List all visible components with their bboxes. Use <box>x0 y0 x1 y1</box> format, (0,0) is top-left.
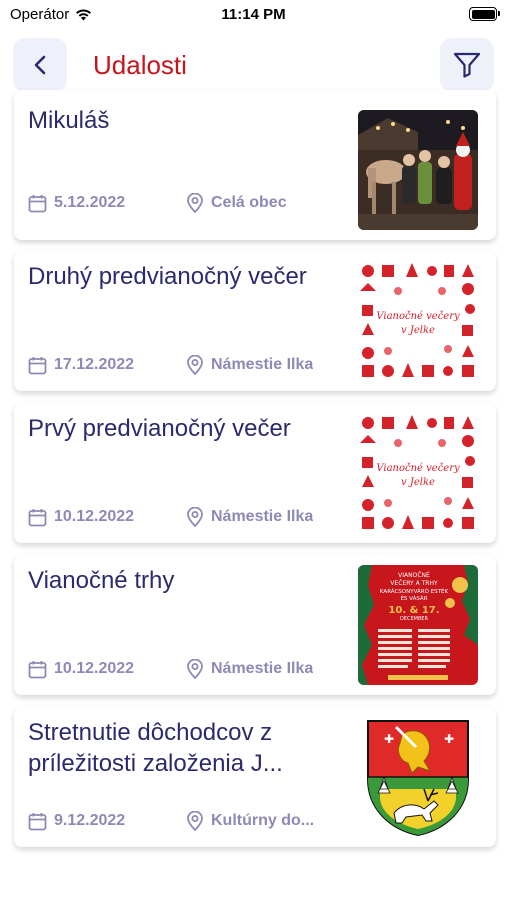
event-place-text: Námestie Ilka <box>211 660 314 677</box>
event-image: ✚ ✚ <box>358 717 478 837</box>
svg-text:✚: ✚ <box>444 732 454 746</box>
event-meta: 10.12.2022 Námestie Ilka <box>28 659 313 679</box>
event-card[interactable]: Prvý predvianočný večer 10.12.2022 Námes… <box>14 403 496 543</box>
event-date-text: 5.12.2022 <box>54 194 126 211</box>
status-bar: Operátor 11:14 PM <box>0 0 507 30</box>
christmas-evenings-poster: Vianočné večery v Jelke <box>358 413 478 533</box>
event-title: Druhý predvianočný večer <box>28 263 307 290</box>
event-image: Vianočné večery v Jelke <box>358 261 478 381</box>
event-meta: 10.12.2022 Námestie Ilka <box>28 507 313 527</box>
event-title: Mikuláš <box>28 107 110 134</box>
location-pin-icon <box>187 507 203 527</box>
poster-line2: v Jelke <box>401 477 435 488</box>
filter-button[interactable] <box>440 38 494 92</box>
christmas-market-poster: VIANOČNÉ VEČERY A TRHY KARÁCSONYVÁRÓ EST… <box>358 565 478 685</box>
event-place: Kultúrny do... <box>186 811 314 831</box>
event-card[interactable]: Vianočné trhy 10.12.2022 Námestie Ilka V… <box>14 555 496 695</box>
event-meta: 17.12.2022 Námestie Ilka <box>28 355 313 375</box>
event-card[interactable]: Stretnutie dôchodcov z príležitosti zalo… <box>14 707 496 847</box>
event-title: Prvý predvianočný večer <box>28 415 291 442</box>
event-image <box>358 110 478 230</box>
event-title: Stretnutie dôchodcov z príležitosti zalo… <box>28 719 283 777</box>
event-place: Námestie Ilka <box>186 355 313 375</box>
event-date-text: 10.12.2022 <box>54 508 135 525</box>
event-meta: 9.12.2022 Kultúrny do... <box>28 811 314 831</box>
event-place-text: Kultúrny do... <box>211 812 315 829</box>
event-place: Námestie Ilka <box>186 659 313 679</box>
calendar-icon <box>28 194 47 212</box>
event-card[interactable]: Druhý predvianočný večer 17.12.2022 Náme… <box>14 251 496 391</box>
event-place: Celá obec <box>186 193 287 213</box>
location-pin-icon <box>187 659 203 679</box>
event-date: 10.12.2022 <box>28 508 186 527</box>
filter-icon <box>453 52 481 78</box>
poster-line1: Vianočné večery <box>376 311 460 322</box>
poster-trhy-line1: VIANOČNÉ <box>398 571 430 579</box>
page-title: Udalosti <box>93 50 187 80</box>
calendar-icon <box>28 508 47 526</box>
calendar-icon <box>28 356 47 374</box>
event-title: Vianočné trhy <box>28 567 175 594</box>
village-coat-of-arms: ✚ ✚ <box>358 717 478 837</box>
event-date: 9.12.2022 <box>28 812 186 831</box>
calendar-icon <box>28 812 47 830</box>
event-date: 17.12.2022 <box>28 356 186 375</box>
poster-trhy-dates: 10. & 17. <box>388 605 439 616</box>
app-header: Udalosti <box>0 38 507 94</box>
event-date: 5.12.2022 <box>28 194 186 213</box>
event-place-text: Námestie Ilka <box>211 508 314 525</box>
poster-trhy-line3: KARÁCSONYVÁRÓ ESTÉK <box>380 587 449 595</box>
location-pin-icon <box>187 811 203 831</box>
event-place: Námestie Ilka <box>186 507 313 527</box>
calendar-icon <box>28 660 47 678</box>
location-pin-icon <box>187 355 203 375</box>
event-image: Vianočné večery v Jelke <box>358 413 478 533</box>
poster-line2: v Jelke <box>401 325 435 336</box>
back-button[interactable] <box>13 38 67 92</box>
christmas-evenings-poster: Vianočné večery v Jelke <box>358 261 478 381</box>
santa-photo <box>358 110 478 230</box>
event-place-text: Celá obec <box>211 194 287 211</box>
poster-trhy-line4: ÉS VÁSÁR <box>400 594 427 602</box>
battery-icon <box>469 7 500 21</box>
poster-trhy-month: DECEMBER <box>400 616 429 622</box>
event-meta: 5.12.2022 Celá obec <box>28 193 287 213</box>
status-time: 11:14 PM <box>221 6 286 23</box>
poster-line1: Vianočné večery <box>376 463 460 474</box>
chevron-left-icon <box>34 55 46 75</box>
event-date-text: 9.12.2022 <box>54 812 126 829</box>
event-date-text: 10.12.2022 <box>54 660 135 677</box>
svg-text:✚: ✚ <box>384 732 394 746</box>
event-image: VIANOČNÉ VEČERY A TRHY KARÁCSONYVÁRÓ EST… <box>358 565 478 685</box>
event-date-text: 17.12.2022 <box>54 356 135 373</box>
location-pin-icon <box>187 193 203 213</box>
event-place-text: Námestie Ilka <box>211 356 314 373</box>
event-date: 10.12.2022 <box>28 660 186 679</box>
event-card[interactable]: Mikuláš 5.12.2022 Celá obec <box>14 90 496 240</box>
poster-trhy-line2: VEČERY A TRHY <box>390 580 438 587</box>
